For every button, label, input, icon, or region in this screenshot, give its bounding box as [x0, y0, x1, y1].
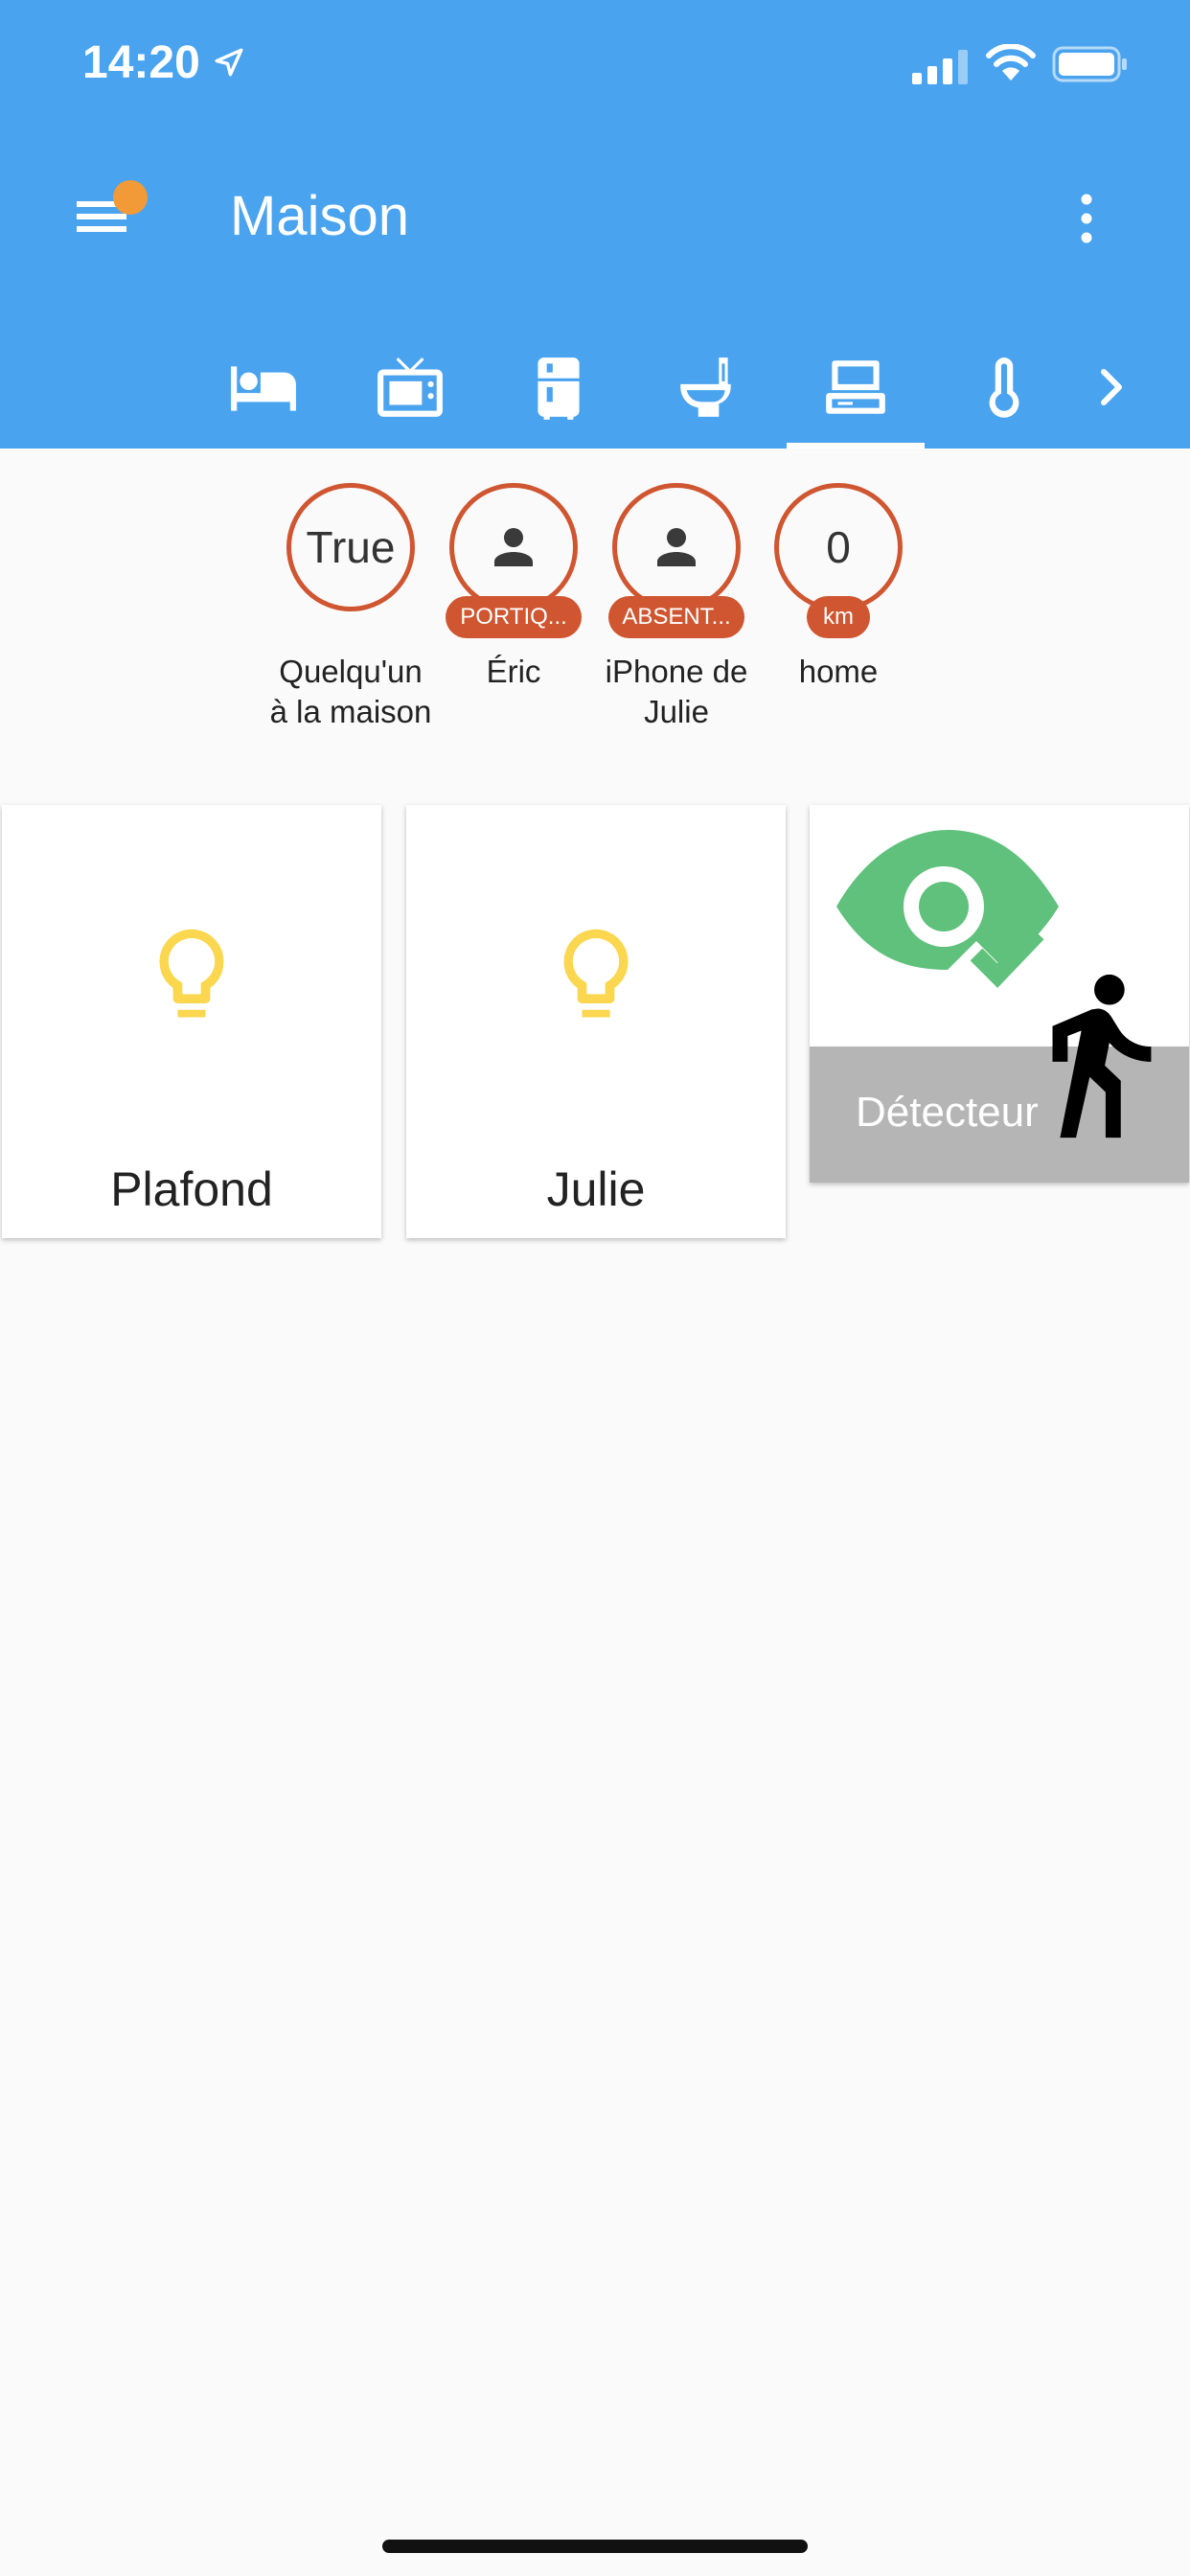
sensor-card-detecteur[interactable]: Détecteur — [810, 805, 1189, 1183]
tab-kitchen[interactable] — [490, 326, 628, 448]
badge-name: Quelqu'un à la maison — [269, 654, 432, 729]
badge-name: iPhone de Julie — [605, 654, 748, 729]
badge-state-label: ABSENT... — [608, 596, 744, 638]
bed-icon — [231, 366, 296, 411]
page-title: Maison — [230, 185, 409, 247]
app-header: 14:20 Maison — [0, 0, 1190, 448]
chevron-right-icon[interactable] — [1083, 353, 1140, 422]
toilet-icon — [680, 357, 731, 417]
battery-icon — [1052, 46, 1127, 82]
badge-value: True — [286, 483, 415, 611]
notification-dot — [113, 180, 148, 215]
badge-avatar — [612, 483, 741, 611]
tab-climate[interactable] — [935, 326, 1073, 448]
light-card-plafond[interactable]: Plafond — [2, 805, 381, 1238]
badge-state-label: PORTIQ... — [446, 596, 582, 638]
badge-unit-label: km — [807, 596, 870, 638]
tab-office[interactable] — [787, 326, 925, 448]
person-icon — [494, 528, 533, 566]
running-person-icon — [1052, 974, 1152, 1138]
badges-row: True Quelqu'un à la maison PORTIQ... Éri… — [0, 479, 1190, 786]
badge-value: 0 — [774, 483, 903, 611]
tv-icon — [378, 357, 443, 417]
wifi-icon — [986, 44, 1036, 80]
thermometer-icon — [989, 357, 1019, 418]
location-arrow-icon — [215, 48, 243, 77]
badge-name: Éric — [486, 654, 541, 689]
more-options-icon[interactable] — [1065, 190, 1108, 247]
tab-bedroom[interactable] — [195, 326, 332, 448]
tab-living-room[interactable] — [341, 326, 479, 448]
view-tabs — [0, 326, 1190, 448]
cellular-signal-icon — [912, 50, 968, 84]
lightbulb-icon — [563, 929, 629, 1018]
badge-name: home — [798, 654, 879, 689]
tab-bathroom[interactable] — [638, 326, 776, 448]
card-name: Plafond — [110, 1162, 273, 1216]
person-icon — [657, 528, 696, 566]
badge-avatar — [449, 483, 578, 611]
fridge-icon — [538, 357, 580, 420]
card-name: Julie — [546, 1162, 646, 1216]
active-tab-indicator — [787, 443, 925, 448]
laptop-icon — [826, 360, 885, 414]
status-time: 14:20 — [82, 37, 200, 88]
home-indicator[interactable] — [382, 2540, 808, 2553]
light-card-julie[interactable]: Julie — [406, 805, 786, 1238]
lightbulb-icon — [159, 929, 224, 1018]
